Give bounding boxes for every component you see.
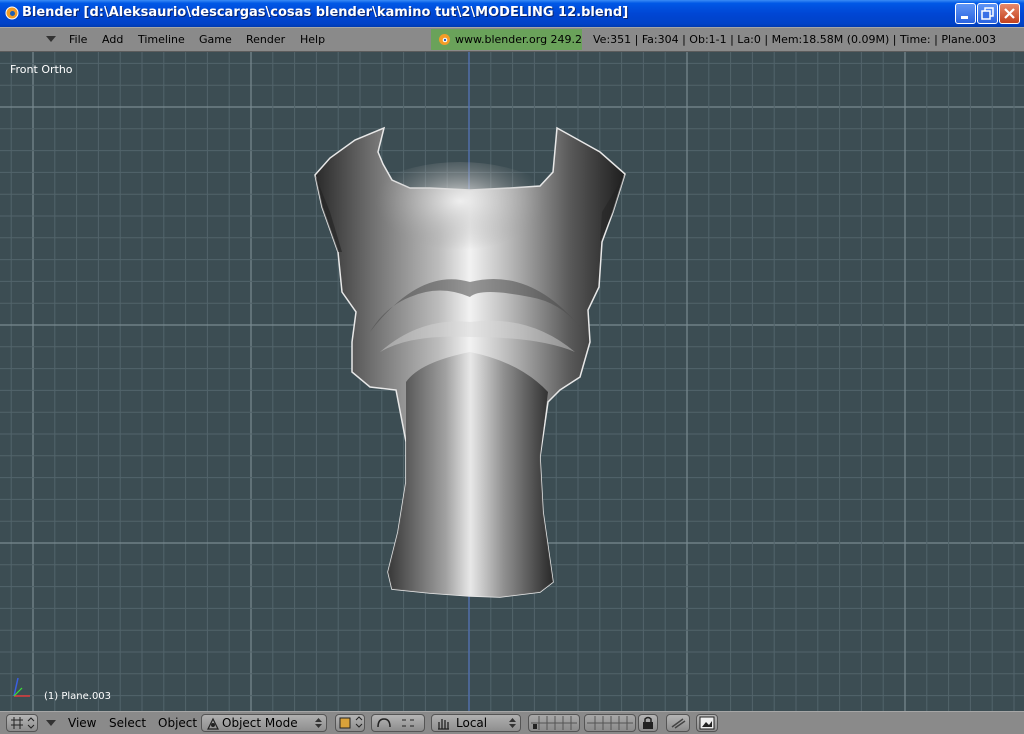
draw-type-button[interactable]	[335, 714, 365, 732]
info-header: File Add Timeline Game Render Help www.b…	[0, 27, 1024, 52]
lock-layers-button[interactable]	[638, 714, 658, 732]
snap-button[interactable]	[666, 714, 690, 732]
layers-icon	[587, 716, 633, 730]
window-type-button[interactable]	[6, 714, 38, 732]
collapse-menu-icon[interactable]	[46, 720, 56, 727]
blender-logo-icon	[439, 34, 450, 45]
axis-gizmo-icon	[13, 677, 30, 697]
layers-group-1[interactable]	[528, 714, 580, 732]
blender-app-icon	[5, 6, 19, 20]
minimize-button[interactable]	[955, 3, 976, 24]
torso-mesh[interactable]	[0, 52, 1024, 711]
3d-viewport[interactable]: Front Ortho (1) Plane.003	[0, 52, 1024, 711]
orientation-dropdown[interactable]: Local	[431, 714, 521, 732]
snap-icon	[671, 718, 686, 729]
hand-icon	[438, 719, 449, 730]
render-button[interactable]	[696, 714, 718, 732]
window-title: Blender [d:\Aleksaurio\descargas\cosas b…	[22, 5, 629, 20]
pivot-icon	[377, 718, 414, 728]
maximize-icon	[981, 7, 994, 20]
menu-file[interactable]: File	[69, 33, 87, 46]
mode-value: Object Mode	[222, 716, 298, 730]
view-label: Front Ortho	[10, 63, 73, 76]
blender-url-text: www.blender.org 249.2	[455, 33, 583, 46]
object-label: (1) Plane.003	[44, 691, 112, 702]
collapse-menu-icon[interactable]	[46, 36, 56, 43]
window-type-icon	[11, 717, 35, 729]
menu-game[interactable]: Game	[199, 33, 232, 46]
3d-view-header: View Select Object Object Mode Local	[0, 711, 1024, 734]
dropdown-arrows-icon	[315, 718, 322, 728]
close-icon	[1004, 8, 1015, 19]
orientation-value: Local	[456, 716, 488, 730]
layers-group-2[interactable]	[584, 714, 636, 732]
scene-stats: Ve:351 | Fa:304 | Ob:1-1 | La:0 | Mem:18…	[593, 33, 996, 46]
menu-view[interactable]: View	[68, 716, 96, 730]
layers-icon	[531, 716, 577, 730]
blender-url[interactable]: www.blender.org 249.2	[431, 29, 582, 50]
maximize-button[interactable]	[977, 3, 998, 24]
render-icon	[699, 716, 715, 730]
draw-type-icon	[339, 716, 363, 729]
menu-select[interactable]: Select	[109, 716, 146, 730]
object-mode-icon	[207, 717, 219, 730]
menu-object[interactable]: Object	[158, 716, 197, 730]
menu-add[interactable]: Add	[102, 33, 123, 46]
dropdown-arrows-icon	[509, 718, 516, 728]
menu-render[interactable]: Render	[246, 33, 285, 46]
close-button[interactable]	[999, 3, 1020, 24]
minimize-icon	[961, 16, 968, 19]
pivot-button[interactable]	[371, 714, 425, 732]
lock-icon	[643, 716, 653, 729]
menu-help[interactable]: Help	[300, 33, 325, 46]
window-titlebar[interactable]: Blender [d:\Aleksaurio\descargas\cosas b…	[0, 0, 1024, 27]
menu-timeline[interactable]: Timeline	[138, 33, 185, 46]
mode-dropdown[interactable]: Object Mode	[201, 714, 327, 732]
